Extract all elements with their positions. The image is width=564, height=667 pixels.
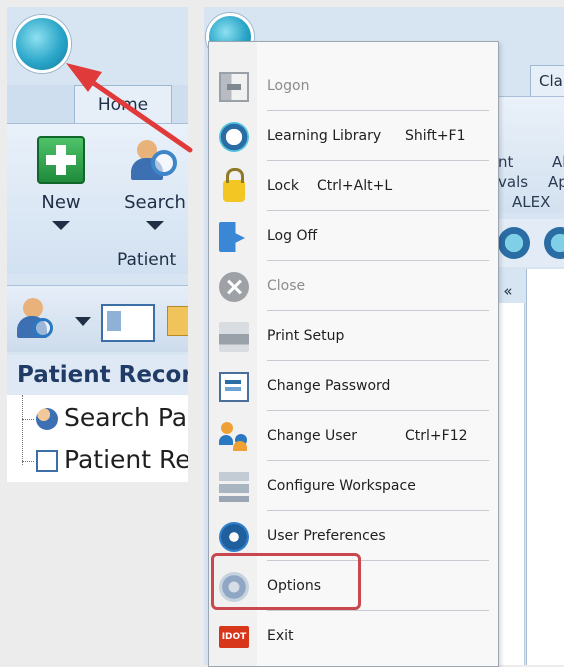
left-screenshot-panel: Home New Search Patient Patient Record S… <box>7 7 188 482</box>
menu-item-label: Lock <box>267 178 299 194</box>
menu-item-print-setup[interactable]: Print Setup <box>209 312 498 360</box>
menu-item-label: Change User <box>267 428 357 444</box>
menu-item-label: Configure Workspace <box>267 478 416 494</box>
exit-icon: IDOT <box>219 626 249 648</box>
close-icon <box>219 272 249 302</box>
menu-separator <box>267 560 489 561</box>
menu-separator <box>267 210 489 211</box>
menu-item-log-off[interactable]: Log Off <box>209 212 498 260</box>
preferences-icon <box>219 522 249 552</box>
shortcut-label: Ctrl+Alt+L <box>317 178 393 194</box>
new-button[interactable]: New <box>32 136 90 230</box>
collapse-panel-button[interactable]: « <box>496 279 520 303</box>
menu-item-label: Print Setup <box>267 328 345 344</box>
menu-separator <box>267 110 489 111</box>
tree-item-search-patient[interactable]: Search Pa <box>22 403 187 443</box>
menu-separator <box>267 260 489 261</box>
new-button-label: New <box>41 192 81 213</box>
menu-item-learning-library[interactable]: Learning Library Shift+F1 <box>209 112 498 160</box>
ribbon-body: New Search Patient <box>7 123 188 274</box>
log-off-icon <box>219 222 249 252</box>
menu-item-label: User Preferences <box>267 528 386 544</box>
tree-item-label: Search Pa <box>64 403 188 432</box>
new-icon <box>37 136 85 184</box>
lock-icon <box>223 168 245 202</box>
chevron-down-icon[interactable] <box>75 317 91 326</box>
password-icon <box>219 372 249 402</box>
background-ribbon: nt vals Al Ap ALEX <box>494 96 564 213</box>
menu-item-label: Close <box>267 278 306 294</box>
menu-item-options[interactable]: Options <box>209 562 498 610</box>
menu-item-user-preferences[interactable]: User Preferences <box>209 512 498 560</box>
tree-item-label: Patient Re <box>64 445 188 474</box>
tab-claims[interactable]: Clai <box>530 65 564 97</box>
chevron-down-icon <box>146 221 164 230</box>
tree-item-patient-record[interactable]: Patient Re <box>22 445 188 482</box>
tab-home[interactable]: Home <box>74 85 172 124</box>
shortcut-label: Ctrl+F12 <box>405 428 468 444</box>
ribbon-tabstrip: Home <box>7 85 188 124</box>
navigation-tree: Search Pa Patient Re <box>7 395 188 482</box>
menu-separator <box>267 160 489 161</box>
content-pane <box>526 269 564 665</box>
menu-item-close[interactable]: Close <box>209 262 498 310</box>
search-button[interactable]: Search <box>122 136 188 230</box>
menu-item-exit[interactable]: IDOT Exit <box>209 612 498 660</box>
chevron-down-icon <box>52 221 70 230</box>
secondary-toolbar <box>7 285 188 352</box>
options-icon <box>219 572 249 602</box>
record-card-icon <box>36 450 58 472</box>
application-menu: Logon Learning Library Shift+F1 Lock Ctr… <box>208 41 499 667</box>
menu-item-configure-workspace[interactable]: Configure Workspace <box>209 462 498 510</box>
menu-item-change-user[interactable]: Change User Ctrl+F12 <box>209 412 498 460</box>
learning-library-icon <box>219 122 249 152</box>
menu-item-label: Change Password <box>267 378 391 394</box>
menu-separator <box>267 510 489 511</box>
person-search-icon <box>36 408 58 430</box>
menu-separator <box>267 360 489 361</box>
patient-search-icon[interactable] <box>15 298 59 342</box>
ribbon-group-label: Patient <box>117 250 177 270</box>
patient-card-icon[interactable] <box>101 304 155 342</box>
menu-separator <box>267 410 489 411</box>
workspace-icon <box>219 472 249 502</box>
ribbon-group-label: ALEX <box>512 193 551 211</box>
menu-separator <box>267 460 489 461</box>
menu-separator <box>267 310 489 311</box>
menu-item-change-password[interactable]: Change Password <box>209 362 498 410</box>
folder-icon[interactable] <box>167 306 188 336</box>
ribbon-text: Al <box>552 153 564 171</box>
ribbon-text: vals <box>498 173 529 191</box>
app-logo-icon[interactable] <box>13 15 71 73</box>
menu-item-label: Logon <box>267 78 310 94</box>
menu-item-label: Learning Library <box>267 128 382 144</box>
shortcut-label: Shift+F1 <box>405 128 466 144</box>
print-icon <box>219 322 249 352</box>
menu-item-label: Exit <box>267 628 294 644</box>
menu-separator <box>267 610 489 611</box>
ribbon-text: Ap <box>548 173 564 191</box>
section-title: Patient Record <box>7 355 188 395</box>
menu-item-label: Options <box>267 578 322 594</box>
search-button-label: Search <box>124 192 186 213</box>
menu-item-lock[interactable]: Lock Ctrl+Alt+L <box>209 162 498 210</box>
logon-icon <box>219 72 249 102</box>
search-icon <box>131 136 179 184</box>
change-user-icon <box>219 422 249 452</box>
menu-item-label: Log Off <box>267 228 318 244</box>
menu-item-logon[interactable]: Logon <box>209 62 498 110</box>
learning-library-icon[interactable] <box>498 227 530 259</box>
ribbon-text: nt <box>498 153 514 171</box>
